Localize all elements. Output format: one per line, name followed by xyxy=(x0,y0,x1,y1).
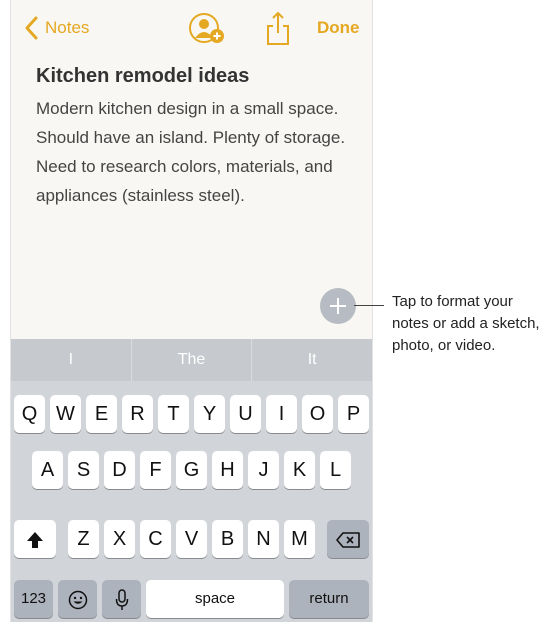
share-icon[interactable] xyxy=(263,10,293,46)
key-p[interactable]: P xyxy=(338,395,369,433)
back-label: Notes xyxy=(45,18,90,37)
key-a[interactable]: A xyxy=(32,451,63,489)
shift-arrow-icon xyxy=(27,531,43,548)
key-f[interactable]: F xyxy=(140,451,171,489)
numbers-key[interactable]: 123 xyxy=(14,580,53,618)
key-q[interactable]: Q xyxy=(14,395,45,433)
key-z[interactable]: Z xyxy=(68,520,99,558)
key-d[interactable]: D xyxy=(104,451,135,489)
done-button[interactable]: Done xyxy=(317,18,360,38)
key-s[interactable]: S xyxy=(68,451,99,489)
emoji-face-icon xyxy=(68,590,87,609)
note-content[interactable]: Kitchen remodel ideas Modern kitchen des… xyxy=(36,62,356,210)
key-g[interactable]: G xyxy=(176,451,207,489)
key-j[interactable]: J xyxy=(248,451,279,489)
key-y[interactable]: Y xyxy=(194,395,225,433)
key-b[interactable]: B xyxy=(212,520,243,558)
dictation-key[interactable] xyxy=(102,580,141,618)
prediction-1[interactable]: I xyxy=(11,339,131,381)
prediction-2[interactable]: The xyxy=(130,339,252,381)
note-title: Kitchen remodel ideas xyxy=(36,65,250,87)
emoji-key[interactable] xyxy=(58,580,97,618)
key-v[interactable]: V xyxy=(176,520,207,558)
key-r[interactable]: R xyxy=(122,395,153,433)
key-e[interactable]: E xyxy=(86,395,117,433)
callout-line xyxy=(354,305,384,306)
key-u[interactable]: U xyxy=(230,395,261,433)
shift-key[interactable] xyxy=(14,520,56,558)
key-w[interactable]: W xyxy=(50,395,81,433)
format-plus-button[interactable] xyxy=(320,288,356,324)
note-body: Modern kitchen design in a small space. … xyxy=(36,99,346,205)
phone-screen: Notes Done Kitchen remodel ideas Modern … xyxy=(10,0,373,622)
key-m[interactable]: M xyxy=(284,520,315,558)
delete-key[interactable] xyxy=(327,520,369,558)
key-c[interactable]: C xyxy=(140,520,171,558)
key-l[interactable]: L xyxy=(320,451,351,489)
key-o[interactable]: O xyxy=(302,395,333,433)
backspace-icon xyxy=(336,531,360,548)
space-key[interactable]: space xyxy=(146,580,284,618)
microphone-icon xyxy=(115,588,128,610)
predictive-text-bar: I The It xyxy=(11,339,372,381)
prediction-3[interactable]: It xyxy=(251,339,372,381)
keyboard: I The It Q W E R T Y U I O P A S D F G H… xyxy=(11,339,372,622)
key-n[interactable]: N xyxy=(248,520,279,558)
chevron-left-icon xyxy=(25,16,38,40)
key-i[interactable]: I xyxy=(266,395,297,433)
back-to-notes-button[interactable]: Notes xyxy=(21,14,89,42)
return-key[interactable]: return xyxy=(289,580,369,618)
key-x[interactable]: X xyxy=(104,520,135,558)
key-h[interactable]: H xyxy=(212,451,243,489)
key-t[interactable]: T xyxy=(158,395,189,433)
add-person-icon[interactable] xyxy=(187,11,229,47)
navigation-bar: Notes Done xyxy=(11,0,372,58)
callout-text: Tap to format your notes or add a sketch… xyxy=(392,293,540,354)
key-k[interactable]: K xyxy=(284,451,315,489)
